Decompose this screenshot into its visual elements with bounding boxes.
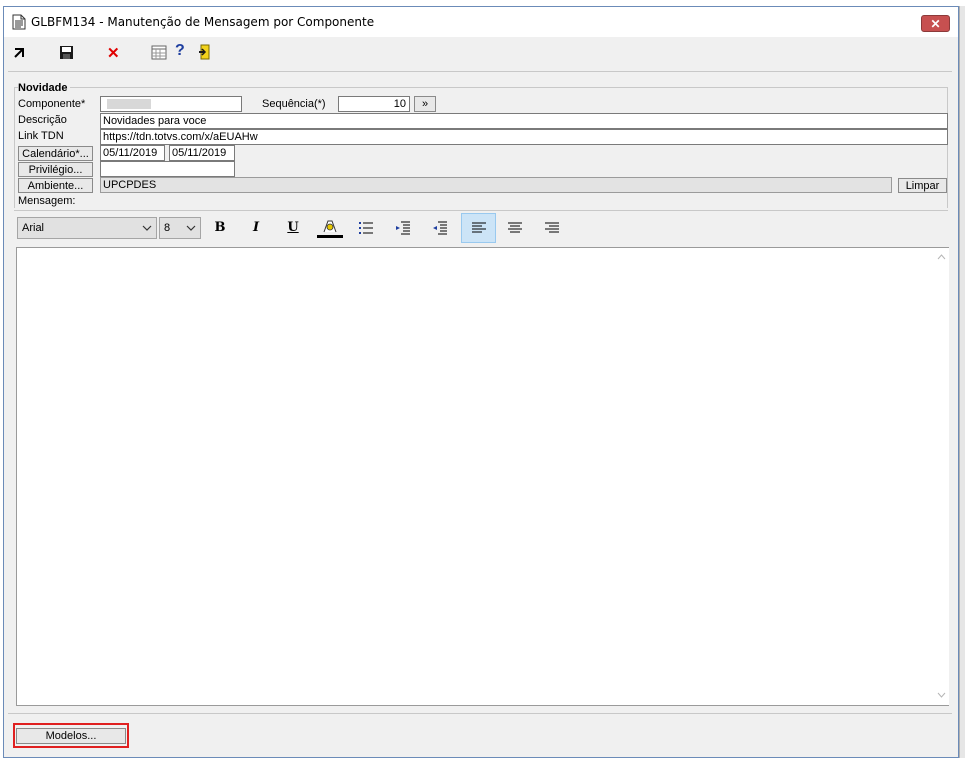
redacted-block	[107, 99, 151, 109]
chevron-down-icon	[142, 225, 152, 231]
ambiente-button-label: Ambiente...	[27, 180, 84, 192]
close-button[interactable]: ✕	[921, 15, 950, 32]
calendario-button-label: Calendário*...	[22, 148, 89, 160]
calendar-icon[interactable]	[151, 45, 167, 60]
descricao-field[interactable]: Novidades para voce	[100, 113, 948, 129]
align-right-icon[interactable]	[544, 222, 560, 234]
font-size-value: 8	[164, 222, 171, 234]
bullet-list-icon[interactable]	[358, 221, 374, 235]
title-bar: GLBFM134 - Manutenção de Mensagem por Co…	[4, 7, 958, 37]
door-icon[interactable]	[198, 44, 212, 60]
footer-separator	[8, 713, 952, 714]
mensagem-label: Mensagem:	[18, 195, 76, 207]
app-window: GLBFM134 - Manutenção de Mensagem por Co…	[3, 6, 959, 758]
font-color-button[interactable]	[315, 218, 345, 240]
limpar-button-label: Limpar	[905, 180, 940, 192]
message-editor[interactable]	[16, 247, 949, 706]
group-title: Novidade	[18, 82, 70, 94]
calendario-button[interactable]: Calendário*...	[18, 146, 93, 161]
align-left-icon	[471, 222, 486, 233]
sequencia-label: Sequência(*)	[262, 98, 326, 110]
document-icon	[12, 14, 26, 30]
ambiente-field: UPCPDES	[100, 177, 892, 193]
scroll-up-icon[interactable]	[934, 250, 949, 264]
indent-icon[interactable]	[395, 221, 411, 235]
mensagem-separator	[14, 210, 948, 211]
toolbar: ✕ ?	[4, 37, 958, 67]
privilegio-button[interactable]: Privilégio...	[18, 162, 93, 177]
save-icon[interactable]	[59, 45, 75, 61]
date-start-field[interactable]: 05/11/2019	[100, 145, 165, 161]
align-center-icon[interactable]	[507, 222, 523, 234]
help-icon[interactable]: ?	[175, 42, 185, 60]
cancel-icon[interactable]: ✕	[107, 44, 120, 62]
vertical-scrollbar[interactable]	[934, 248, 949, 705]
background-window-edge	[959, 6, 965, 758]
sequencia-next-button[interactable]: »	[414, 96, 436, 112]
componente-label: Componente*	[18, 98, 86, 110]
outdent-icon[interactable]	[432, 221, 448, 235]
ambiente-button[interactable]: Ambiente...	[18, 178, 93, 193]
font-family-select[interactable]: Arial	[17, 217, 157, 239]
privilegio-field[interactable]	[100, 161, 235, 177]
underline-button[interactable]: U	[281, 217, 305, 239]
font-family-value: Arial	[22, 222, 45, 234]
toolbar-separator	[8, 71, 952, 72]
italic-button[interactable]: I	[244, 217, 268, 239]
linktdn-field[interactable]: https://tdn.totvs.com/x/aEUAHw	[100, 129, 948, 145]
componente-field[interactable]	[100, 96, 242, 112]
font-color-icon	[317, 220, 343, 238]
privilegio-button-label: Privilégio...	[28, 164, 83, 176]
linktdn-label: Link TDN	[18, 130, 64, 142]
align-left-button[interactable]	[461, 213, 496, 243]
highlight-box	[13, 723, 129, 748]
limpar-button[interactable]: Limpar	[898, 178, 947, 193]
date-end-field[interactable]: 05/11/2019	[169, 145, 235, 161]
exit-icon[interactable]	[12, 46, 28, 62]
bold-button[interactable]: B	[208, 217, 232, 239]
chevron-down-icon	[186, 225, 196, 231]
font-size-select[interactable]: 8	[159, 217, 201, 239]
descricao-label: Descrição	[18, 114, 67, 126]
scroll-down-icon[interactable]	[934, 688, 949, 702]
window-title: GLBFM134 - Manutenção de Mensagem por Co…	[31, 15, 375, 29]
sequencia-field[interactable]: 10	[338, 96, 410, 112]
